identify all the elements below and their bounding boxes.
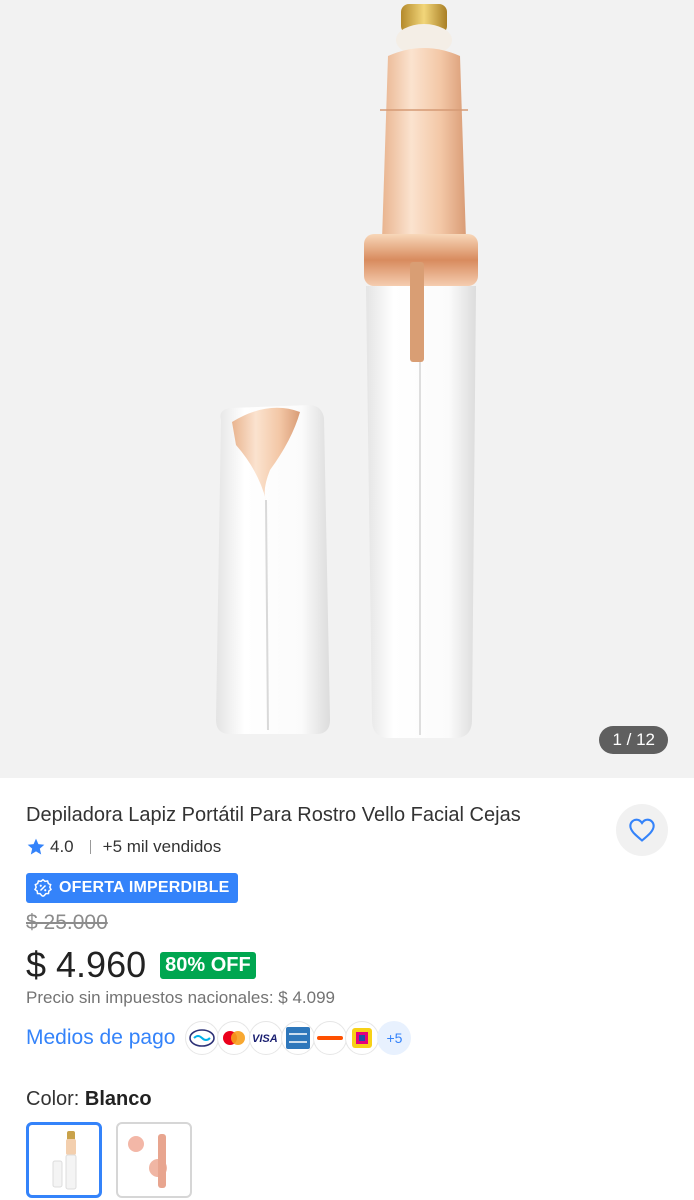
product-image (216, 4, 478, 738)
offer-badge: OFERTA IMPERDIBLE (26, 873, 238, 903)
visa-icon: VISA (249, 1021, 284, 1055)
heart-icon (629, 818, 655, 842)
product-title: Depiladora Lapiz Portátil Para Rostro Ve… (26, 804, 521, 826)
rating-row[interactable]: 4.0 +5 mil vendidos (26, 834, 221, 860)
swatch-thumbnail-white (52, 1131, 77, 1190)
more-payment-methods[interactable]: +5 (377, 1021, 412, 1055)
offer-badge-label: OFERTA IMPERDIBLE (59, 879, 230, 896)
payment-methods-link[interactable]: Medios de pago (26, 1026, 175, 1050)
tax-note: Precio sin impuestos nacionales: $ 4.099 (26, 988, 336, 1007)
amex-icon (281, 1021, 316, 1055)
rating-value: 4.0 (50, 837, 74, 856)
payment-methods-row: Medios de pago VISA +5 (26, 1020, 412, 1056)
svg-text:VISA: VISA (252, 1033, 278, 1044)
color-swatch-white[interactable] (26, 1122, 102, 1198)
naranja-x-icon (313, 1021, 348, 1055)
discount-seal-icon (34, 878, 52, 897)
price-row: $ 4.960 80% OFF (26, 942, 256, 988)
sold-count: +5 mil vendidos (102, 837, 222, 856)
swatch-thumbnail-pink (128, 1134, 167, 1188)
color-selected-value: Blanco (84, 1088, 152, 1110)
pago-facil-icon (345, 1021, 380, 1055)
divider (89, 840, 91, 854)
product-image-gallery[interactable]: 1 / 12 (0, 0, 694, 778)
mastercard-icon (217, 1021, 252, 1055)
star-icon (27, 838, 45, 855)
current-price: $ 4.960 (26, 944, 147, 985)
discount-badge: 80% OFF (160, 951, 256, 979)
image-counter: 1 / 12 (599, 726, 668, 754)
color-swatch-pink[interactable] (116, 1122, 192, 1198)
original-price: $ 25.000 (26, 911, 108, 934)
mercado-pago-icon (185, 1021, 220, 1055)
color-label: Color: Blanco (26, 1088, 152, 1111)
favorite-button[interactable] (616, 804, 668, 856)
color-label-key: Color: (26, 1088, 80, 1110)
